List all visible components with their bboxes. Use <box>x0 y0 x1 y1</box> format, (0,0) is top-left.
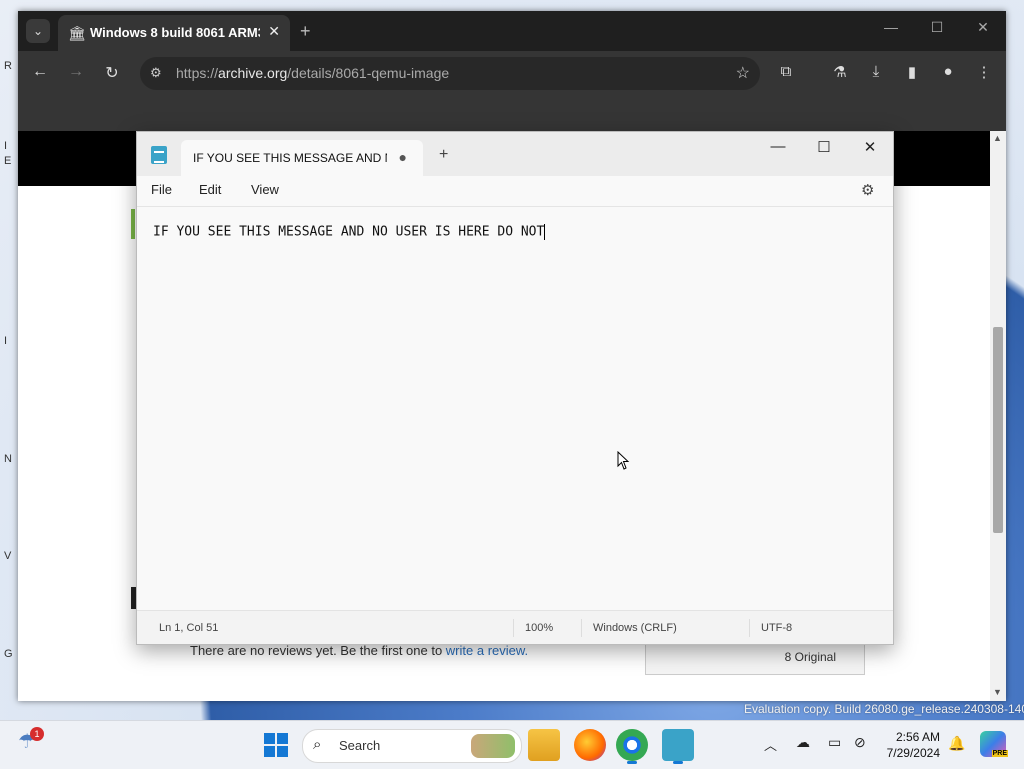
clock[interactable]: 2:56 AM 7/29/2024 <box>880 729 940 761</box>
notepad-minimize-button[interactable]: — <box>755 138 801 155</box>
notepad-close-button[interactable]: ✕ <box>847 138 893 156</box>
notification-badge: 1 <box>30 727 44 741</box>
notepad-content: IF YOU SEE THIS MESSAGE AND NO USER IS H… <box>153 224 546 240</box>
status-divider <box>581 619 582 637</box>
clock-date: 7/29/2024 <box>886 746 940 760</box>
profile-avatar-icon[interactable]: ● <box>936 63 960 80</box>
browser-toolbar: ← → ↻ ⚙ https://archive.org/details/8061… <box>18 51 1006 97</box>
minimize-button[interactable]: — <box>876 19 906 35</box>
mouse-pointer-icon <box>617 451 630 470</box>
download-icon[interactable]: ⤓ <box>864 63 888 80</box>
onedrive-offline-icon[interactable]: ☁ <box>796 734 810 751</box>
browser-tab[interactable]: 🏛 Windows 8 build 8061 ARM32 ✕ <box>58 15 290 51</box>
notepad-tab[interactable]: IF YOU SEE THIS MESSAGE AND NC ● <box>181 140 423 176</box>
notepad-menubar: File Edit View ⚙ <box>137 176 893 206</box>
status-divider <box>749 619 750 637</box>
download-options-box[interactable]: 8 Original <box>645 641 865 675</box>
chrome-canary-icon[interactable] <box>616 729 648 764</box>
bookmark-star-icon[interactable]: ☆ <box>736 63 750 83</box>
scroll-down-icon[interactable]: ▼ <box>993 687 1002 697</box>
original-label: 8 Original <box>784 650 836 664</box>
chevron-up-icon[interactable]: ︿ <box>764 735 777 754</box>
encoding[interactable]: UTF-8 <box>761 622 792 634</box>
notifications-bell-icon[interactable]: 🔔 <box>948 735 965 752</box>
cursor-position: Ln 1, Col 51 <box>159 622 219 634</box>
desktop-icon[interactable]: E <box>4 155 18 169</box>
bookmark-bar <box>18 97 1006 131</box>
search-icon: ⌕ <box>313 736 322 753</box>
desktop-icon[interactable]: G <box>4 648 18 662</box>
desktop-icon[interactable]: V <box>4 550 18 564</box>
reviews-text: There are no reviews yet. Be the first o… <box>190 643 529 658</box>
desktop-icon[interactable]: N <box>4 453 18 467</box>
back-arrow-icon[interactable]: ← <box>28 63 52 81</box>
notepad-app-icon <box>151 146 167 164</box>
side-panel-icon[interactable]: ▮ <box>900 63 924 81</box>
settings-gear-icon[interactable]: ⚙ <box>861 181 874 199</box>
desktop-icon[interactable]: I <box>4 140 18 154</box>
desktop-icon[interactable]: I <box>4 335 18 349</box>
notepad-new-tab-button[interactable]: + <box>439 146 448 164</box>
notepad-text-area[interactable]: IF YOU SEE THIS MESSAGE AND NO USER IS H… <box>137 206 893 611</box>
browser-tab-title: Windows 8 build 8061 ARM32 <box>90 25 260 40</box>
extensions-puzzle-icon[interactable]: ⧉ <box>774 63 798 80</box>
notepad-maximize-button[interactable]: ☐ <box>801 138 847 156</box>
copilot-badge: PRE <box>991 750 1008 757</box>
clock-time: 2:56 AM <box>895 730 940 744</box>
firefox-icon[interactable] <box>574 729 606 761</box>
scroll-thumb[interactable] <box>993 327 1003 533</box>
scroll-up-icon[interactable]: ▲ <box>993 133 1002 143</box>
network-icon[interactable]: ⊘ <box>854 734 866 751</box>
close-window-button[interactable]: ✕ <box>968 19 998 36</box>
taskbar-search[interactable]: ⌕ Search <box>302 729 522 763</box>
text-caret <box>544 224 546 240</box>
line-ending[interactable]: Windows (CRLF) <box>593 622 677 634</box>
search-label: Search <box>339 738 381 753</box>
tab-search-chevron-icon[interactable]: ⌄ <box>26 19 50 43</box>
url-text: https://archive.org/details/8061-qemu-im… <box>176 65 450 81</box>
start-windows-icon[interactable] <box>264 733 288 757</box>
copilot-icon[interactable]: PRE <box>980 731 1008 757</box>
menu-edit[interactable]: Edit <box>199 182 221 197</box>
page-accent-bar <box>131 209 135 239</box>
forward-arrow-icon[interactable]: → <box>64 63 88 81</box>
notepad-window: IF YOU SEE THIS MESSAGE AND NC ● + — ☐ ✕… <box>136 131 894 645</box>
notepad-titlebar[interactable]: IF YOU SEE THIS MESSAGE AND NC ● + — ☐ ✕ <box>137 132 893 176</box>
evaluation-watermark: Evaluation copy. Build 26080.ge_release.… <box>744 702 1024 716</box>
notepad-statusbar: Ln 1, Col 51 100% Windows (CRLF) UTF-8 <box>137 610 893 644</box>
more-menu-icon[interactable]: ⋮ <box>972 63 996 81</box>
search-highlight-image <box>471 734 515 758</box>
write-review-link[interactable]: write a review. <box>446 643 528 658</box>
weather-widget-icon[interactable]: ☂ 1 <box>18 727 46 759</box>
menu-view[interactable]: View <box>251 182 279 197</box>
close-tab-icon[interactable]: ✕ <box>268 23 280 40</box>
address-bar[interactable]: ⚙ https://archive.org/details/8061-qemu-… <box>140 57 760 90</box>
site-info-icon[interactable]: ⚙ <box>150 65 162 81</box>
file-explorer-icon[interactable] <box>528 729 560 761</box>
reload-icon[interactable]: ↻ <box>100 63 124 83</box>
taskbar: ☂ 1 ⌕ Search ︿ ☁ ▭ ⊘ 2:56 AM 7/29/2024 🔔… <box>0 720 1024 769</box>
status-divider <box>513 619 514 637</box>
maximize-button[interactable]: ☐ <box>922 19 952 36</box>
display-icon[interactable]: ▭ <box>828 734 841 751</box>
unsaved-dot-icon[interactable]: ● <box>399 149 407 165</box>
zoom-level[interactable]: 100% <box>525 622 553 634</box>
page-scrollbar[interactable]: ▲ ▼ <box>990 131 1006 701</box>
notepad-taskbar-icon[interactable] <box>662 729 694 764</box>
notepad-tab-title: IF YOU SEE THIS MESSAGE AND NC <box>193 151 387 165</box>
new-tab-button[interactable]: + <box>300 21 311 42</box>
menu-file[interactable]: File <box>151 182 172 197</box>
browser-tabstrip: ⌄ 🏛 Windows 8 build 8061 ARM32 ✕ + — ☐ ✕ <box>18 11 1006 51</box>
labs-flask-icon[interactable]: ⚗ <box>828 63 852 81</box>
desktop-icon[interactable]: R <box>4 60 18 74</box>
archive-org-icon: 🏛 <box>68 25 86 41</box>
